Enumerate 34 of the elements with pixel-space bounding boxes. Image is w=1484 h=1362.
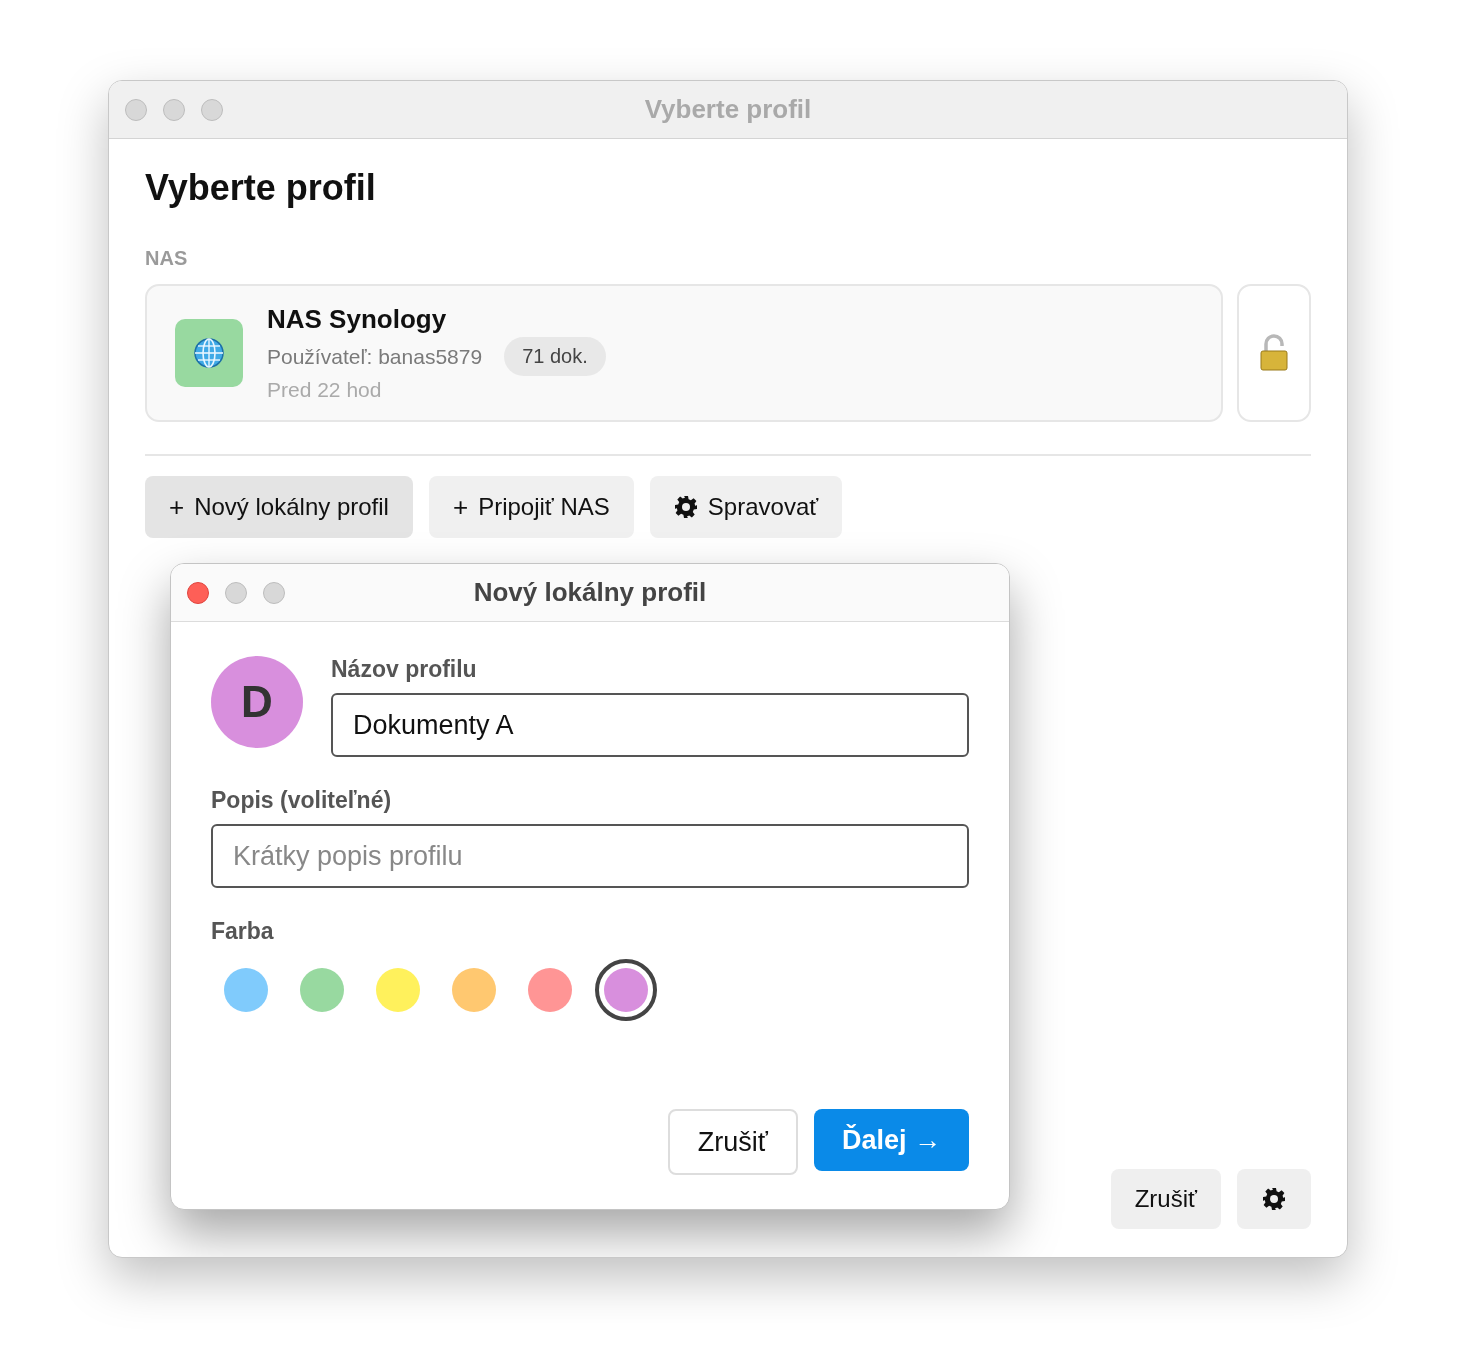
lock-button[interactable]: [1237, 284, 1311, 422]
profile-name: NAS Synology: [267, 304, 448, 335]
cancel-button[interactable]: Zrušiť: [1110, 1169, 1221, 1229]
minimize-button[interactable]: [225, 581, 247, 604]
section-label: NAS: [145, 247, 189, 270]
page-heading: Vyberte profil: [145, 167, 377, 209]
gear-icon: [673, 495, 698, 519]
document-count-badge: 71 dok.: [504, 337, 606, 376]
field-label: Farba: [211, 918, 274, 945]
field-label: Názov profilu: [331, 656, 477, 683]
padlock-icon: [1259, 334, 1289, 372]
field-label: Popis (voliteľné): [211, 787, 392, 814]
minimize-button[interactable]: [163, 98, 185, 121]
dialog-title: Nový lokálny profil: [473, 577, 707, 608]
last-updated: Pred 22 hod: [267, 378, 383, 402]
nas-profile-card[interactable]: NAS Synology Používateľ: banas5879 71 dok. Pred 22 hod: [145, 284, 1223, 422]
zoom-button[interactable]: [263, 581, 285, 604]
close-button[interactable]: [125, 98, 147, 121]
profile-user: Používateľ: banas5879: [267, 344, 483, 369]
close-button[interactable]: [187, 581, 209, 604]
cancel-button[interactable]: Zrušiť: [667, 1109, 798, 1175]
profile-name-field[interactable]: Dokumenty A: [331, 693, 969, 757]
settings-icon: [1262, 1187, 1286, 1211]
action-button[interactable]: + Nový lokálny profil: [145, 476, 413, 538]
window-title: Vyberte profil: [644, 94, 812, 125]
action-button[interactable]: Spravovať: [649, 476, 843, 538]
settings-button[interactable]: [1237, 1169, 1311, 1229]
profile-avatar: D: [211, 656, 303, 748]
color-swatch[interactable]: [595, 959, 657, 1021]
description-field[interactable]: Krátky popis profilu: [211, 824, 969, 888]
action-button[interactable]: + Pripojiť NAS: [428, 476, 634, 538]
globe-icon: [175, 319, 243, 387]
zoom-button[interactable]: [201, 98, 223, 121]
next-button[interactable]: Ďalej →: [813, 1109, 969, 1171]
